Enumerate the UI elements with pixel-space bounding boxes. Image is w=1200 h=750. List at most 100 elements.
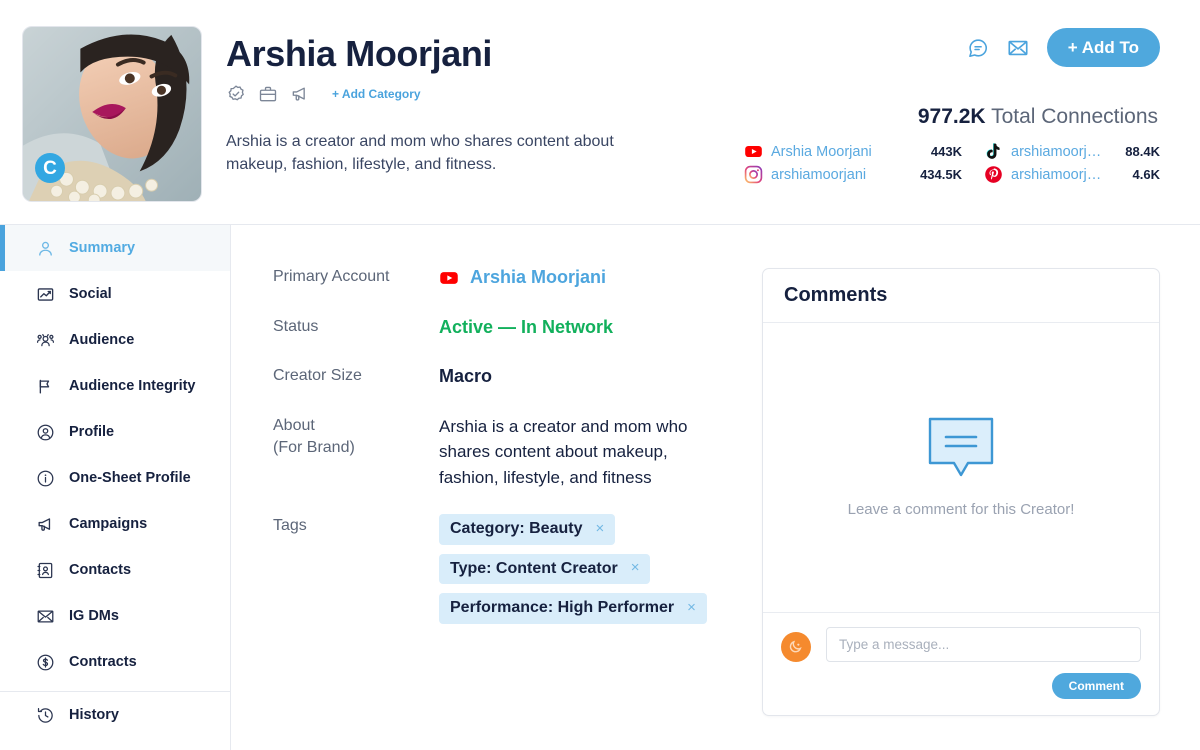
person-icon [36, 239, 55, 258]
sidebar-item-label: One-Sheet Profile [69, 470, 191, 486]
audience-icon [36, 331, 55, 350]
comment-submit-button[interactable]: Comment [1051, 672, 1141, 699]
total-connections-value: 977.2K [917, 105, 986, 128]
social-account-pinterest[interactable]: arshiamoorjani [962, 165, 1102, 184]
field-label: Status [273, 317, 319, 335]
sidebar-item-audience-integrity[interactable]: Audience Integrity [0, 363, 230, 409]
close-icon[interactable]: × [687, 599, 696, 617]
comments-empty-state: Leave a comment for this Creator! [763, 323, 1159, 613]
social-handle[interactable]: Arshia Moorjani [771, 144, 872, 160]
sidebar-item-label: Audience [69, 332, 135, 348]
speech-bubble-icon [928, 417, 994, 479]
field-label: Primary Account [273, 268, 390, 285]
header-actions: + Add To [967, 28, 1160, 67]
user-circle-icon [36, 423, 55, 442]
sidebar-item-label: Contacts [69, 562, 132, 578]
close-icon[interactable]: × [631, 560, 640, 577]
megaphone-icon [36, 515, 55, 534]
primary-account-link[interactable]: Arshia Moorjani [470, 265, 606, 291]
megaphone-icon [290, 84, 310, 104]
profile-header: C Arshia Moorjani + Add Category Arshia … [0, 0, 1200, 225]
social-handle[interactable]: arshiamoorjani [1011, 167, 1102, 183]
pinterest-icon [984, 165, 1003, 184]
social-count: 443K [930, 144, 962, 159]
about-value: Arshia is a creator and mom who shares c… [439, 416, 688, 487]
badge-row: + Add Category [226, 83, 626, 105]
youtube-icon [439, 268, 459, 288]
connections-summary: 977.2K Total Connections [918, 105, 1158, 129]
tag-label: Category: Beauty [450, 520, 583, 538]
comments-title: Comments [763, 269, 1159, 323]
social-count: 434.5K [920, 167, 962, 182]
chart-line-icon [36, 285, 55, 304]
creator-size-value: Macro [439, 366, 493, 387]
about-label: About [273, 416, 315, 434]
comments-empty-text: Leave a comment for this Creator! [847, 500, 1075, 518]
social-account-instagram[interactable]: arshiamoorjani [744, 165, 904, 184]
sidebar-item-one-sheet-profile[interactable]: One-Sheet Profile [0, 455, 230, 501]
about-sub-label: (For Brand) [273, 439, 355, 457]
avatar[interactable]: C [22, 26, 202, 202]
social-account-tiktok[interactable]: arshiamoorjani [962, 142, 1102, 161]
avatar-badge: C [35, 153, 65, 183]
sidebar-item-label: Contracts [69, 654, 137, 670]
sidebar-item-label: History [69, 707, 119, 723]
field-label: Tags [273, 517, 307, 535]
composer-row [781, 626, 1141, 662]
instagram-icon [744, 165, 763, 184]
sidebar-item-contacts[interactable]: Contacts [0, 547, 230, 593]
flag-icon [36, 377, 55, 396]
contact-card-icon [36, 561, 55, 580]
social-count: 4.6K [1132, 167, 1160, 182]
briefcase-icon [258, 84, 278, 104]
sidebar-item-campaigns[interactable]: Campaigns [0, 501, 230, 547]
sidebar-item-audience[interactable]: Audience [0, 317, 230, 363]
sidebar-item-label: Social [69, 286, 112, 302]
close-icon[interactable]: × [595, 520, 604, 538]
tag-list: Category: Beauty × Type: Content Creator… [439, 514, 707, 624]
sidebar-item-label: Summary [69, 240, 136, 256]
tag-label: Performance: High Performer [450, 599, 675, 617]
social-accounts-grid: Arshia Moorjani 443K arshiamoorjani 88.4… [744, 142, 1160, 184]
avatar [781, 631, 811, 662]
sidebar-item-social[interactable]: Social [0, 271, 230, 317]
total-connections: 977.2K Total Connections [918, 105, 1158, 129]
sidebar-item-ig-dms[interactable]: IG DMs [0, 593, 230, 639]
chat-bubble-icon[interactable] [967, 37, 989, 59]
sidebar-item-label: Audience Integrity [69, 378, 196, 394]
envelope-icon[interactable] [1007, 37, 1029, 59]
sidebar: Summary Social Audience Audience Integri… [0, 225, 231, 750]
profile-bio: Arshia is a creator and mom who shares c… [226, 133, 614, 174]
verified-check-icon [226, 84, 246, 104]
sidebar-item-contracts[interactable]: Contracts [0, 639, 230, 685]
name-block: Arshia Moorjani + Add Category Arshia is… [226, 33, 626, 177]
page-body: Summary Social Audience Audience Integri… [0, 225, 1200, 750]
sidebar-item-history[interactable]: History [0, 692, 230, 738]
total-connections-label: Total Connections [991, 105, 1158, 128]
tag-chip[interactable]: Type: Content Creator × [439, 553, 651, 585]
envelope-icon [36, 607, 55, 626]
social-account-youtube[interactable]: Arshia Moorjani [744, 142, 904, 161]
comment-actions: Comment [781, 672, 1141, 699]
status-badge: Active — In Network [439, 316, 614, 337]
sidebar-item-summary[interactable]: Summary [0, 225, 230, 271]
social-handle[interactable]: arshiamoorjani [771, 167, 866, 183]
comment-input[interactable] [826, 626, 1141, 662]
youtube-icon [744, 142, 763, 161]
sidebar-item-profile[interactable]: Profile [0, 409, 230, 455]
tag-chip[interactable]: Performance: High Performer × [439, 593, 707, 624]
add-to-button[interactable]: + Add To [1046, 28, 1160, 67]
info-circle-icon [36, 469, 55, 488]
comments-composer: Comment [763, 613, 1159, 715]
comments-panel: Comments Leave a comment for this Creato… [762, 268, 1160, 716]
dollar-circle-icon [36, 653, 55, 672]
add-category-button[interactable]: + Add Category [332, 87, 421, 101]
history-clock-icon [36, 706, 55, 725]
sidebar-item-label: Profile [69, 424, 115, 440]
social-count: 88.4K [1125, 144, 1160, 159]
tag-chip[interactable]: Category: Beauty × [439, 514, 616, 545]
tiktok-icon [984, 142, 1003, 161]
social-handle[interactable]: arshiamoorjani [1011, 144, 1102, 160]
primary-account-value[interactable]: Arshia Moorjani [439, 265, 606, 291]
page-title: Arshia Moorjani [226, 33, 493, 74]
